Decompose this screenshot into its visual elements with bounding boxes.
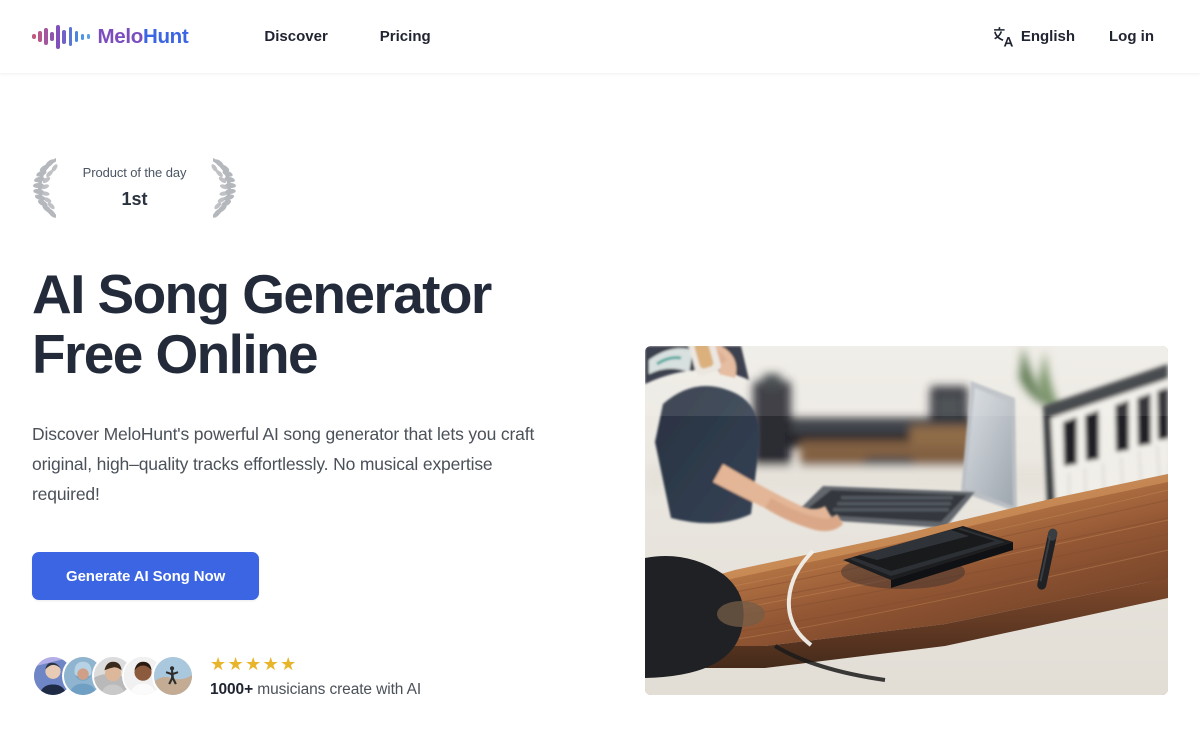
- musician-count-label: musicians create with AI: [253, 681, 422, 699]
- badge-rank: 1st: [121, 189, 148, 210]
- laurel-right-icon: [211, 158, 236, 218]
- nav-item-pricing[interactable]: Pricing: [354, 20, 457, 53]
- site-header: MeloHunt Discover Pricing English Log in: [0, 0, 1200, 73]
- page-title-line-1: AI Song Generator: [32, 263, 492, 325]
- laurel-left-icon: [33, 158, 58, 218]
- badge-title: Product of the day: [82, 164, 187, 180]
- login-button[interactable]: Log in: [1095, 20, 1168, 53]
- social-proof-text: ★★★★★ 1000+ musicians create with AI: [210, 653, 421, 699]
- badge-text: Product of the day 1st: [64, 165, 205, 212]
- language-selector[interactable]: English: [982, 18, 1085, 56]
- translate-icon: [993, 26, 1013, 47]
- brand-logo[interactable]: MeloHunt: [32, 24, 189, 50]
- header-actions: English Log in: [982, 18, 1168, 56]
- avatar[interactable]: [152, 655, 194, 698]
- hero-image: [645, 346, 1168, 695]
- product-of-the-day-badge[interactable]: Product of the day 1st: [32, 153, 237, 223]
- brand-name-hunt: Hunt: [142, 24, 189, 48]
- brand-name: MeloHunt: [97, 25, 188, 49]
- musician-count: 1000+: [210, 681, 254, 699]
- hero-content: Product of the day 1st AI Song Generator…: [32, 73, 632, 699]
- page-subtitle: Discover MeloHunt's powerful AI song gen…: [32, 423, 535, 505]
- hero-section: Product of the day 1st AI Song Generator…: [0, 73, 1200, 699]
- page-title: AI Song Generator Free Online: [32, 263, 632, 385]
- musician-count-line: 1000+ musicians create with AI: [210, 681, 421, 699]
- page-title-line-2: Free Online: [32, 322, 319, 385]
- generate-song-button[interactable]: Generate AI Song Now: [32, 552, 260, 601]
- social-proof: ★★★★★ 1000+ musicians create with AI: [32, 653, 632, 699]
- primary-nav: Discover Pricing: [238, 20, 456, 53]
- brand-name-melo: Melo: [97, 24, 143, 48]
- avatar-group: [32, 655, 194, 698]
- waveform-icon: [32, 24, 91, 50]
- hero-image-graphic: [645, 346, 1168, 695]
- star-rating: ★★★★★: [210, 654, 298, 675]
- language-label: English: [1020, 28, 1075, 45]
- nav-item-discover[interactable]: Discover: [238, 20, 353, 53]
